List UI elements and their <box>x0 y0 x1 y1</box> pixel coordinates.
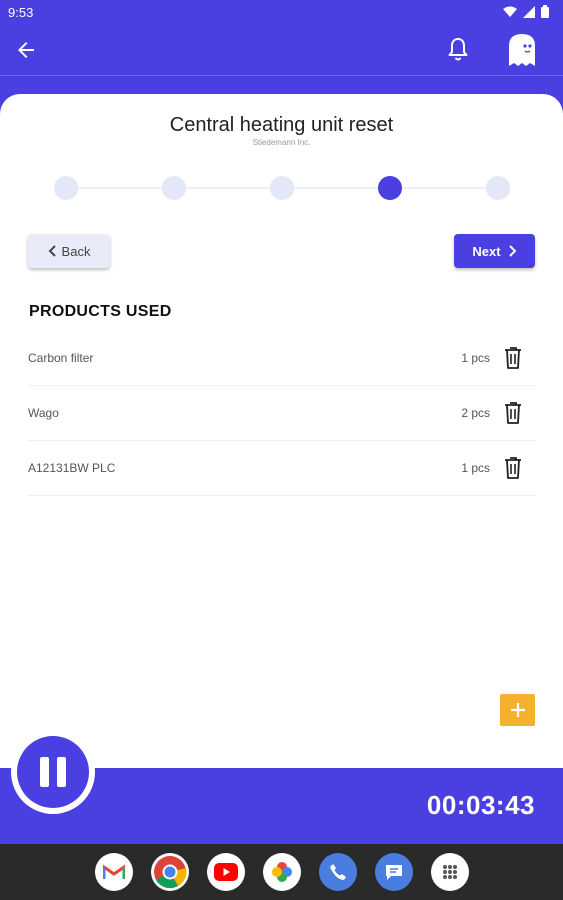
gmail-icon[interactable] <box>94 853 133 891</box>
trash-icon[interactable] <box>504 347 522 369</box>
chevron-left-icon <box>48 245 56 257</box>
back-arrow-icon[interactable] <box>14 38 38 62</box>
status-bar: 9:53 <box>0 0 563 24</box>
chevron-right-icon <box>508 245 517 257</box>
step-dot-4-current[interactable] <box>378 176 402 200</box>
app-dock <box>0 844 563 900</box>
ghost-avatar-icon[interactable] <box>505 32 539 68</box>
pause-button[interactable] <box>17 736 89 808</box>
app-bar <box>0 24 563 76</box>
elapsed-timer: 00:03:43 <box>426 790 535 820</box>
product-row: Carbon filter 1 pcs <box>28 331 535 386</box>
trash-icon[interactable] <box>504 457 522 479</box>
product-row: A12131BW PLC 1 pcs <box>28 441 535 496</box>
product-row: Wago 2 pcs <box>28 386 535 441</box>
step-dot-2[interactable] <box>162 176 186 200</box>
page-title: Central heating unit reset <box>169 114 394 136</box>
status-icons <box>503 5 549 18</box>
signal-icon <box>523 5 535 18</box>
pause-icon-bar-right <box>57 757 66 787</box>
messages-icon[interactable] <box>374 853 413 891</box>
plus-icon <box>510 703 525 717</box>
photos-icon[interactable] <box>262 853 301 891</box>
product-qty: 1 pcs <box>461 461 490 475</box>
page-subtitle: Stiedemann Inc. <box>252 138 311 147</box>
battery-icon <box>541 5 549 18</box>
product-name: A12131BW PLC <box>28 461 116 475</box>
step-dot-5[interactable] <box>486 176 510 200</box>
status-time: 9:53 <box>8 5 34 20</box>
product-name: Carbon filter <box>28 351 94 365</box>
back-button[interactable]: Back <box>28 234 110 268</box>
wifi-icon <box>503 6 517 17</box>
add-product-button[interactable] <box>500 694 535 726</box>
step-dot-3[interactable] <box>270 176 294 200</box>
bell-icon[interactable] <box>446 37 470 63</box>
apps-icon[interactable] <box>430 853 469 891</box>
product-list: Carbon filter 1 pcs Wago 2 pcs A12131BW … <box>28 331 535 496</box>
chrome-icon[interactable] <box>150 853 189 891</box>
next-button[interactable]: Next <box>454 234 535 268</box>
main-card: Central heating unit reset Stiedemann In… <box>0 94 563 814</box>
step-dot-1[interactable] <box>54 176 78 200</box>
trash-icon[interactable] <box>504 402 522 424</box>
product-name: Wago <box>28 406 59 420</box>
product-qty: 1 pcs <box>461 351 490 365</box>
pause-icon-bar-left <box>40 757 49 787</box>
product-qty: 2 pcs <box>461 406 490 420</box>
youtube-icon[interactable] <box>206 853 245 891</box>
back-button-label: Back <box>61 243 91 259</box>
products-heading: PRODUCTS USED <box>29 303 172 320</box>
phone-icon[interactable] <box>318 853 357 891</box>
next-button-label: Next <box>472 243 501 259</box>
